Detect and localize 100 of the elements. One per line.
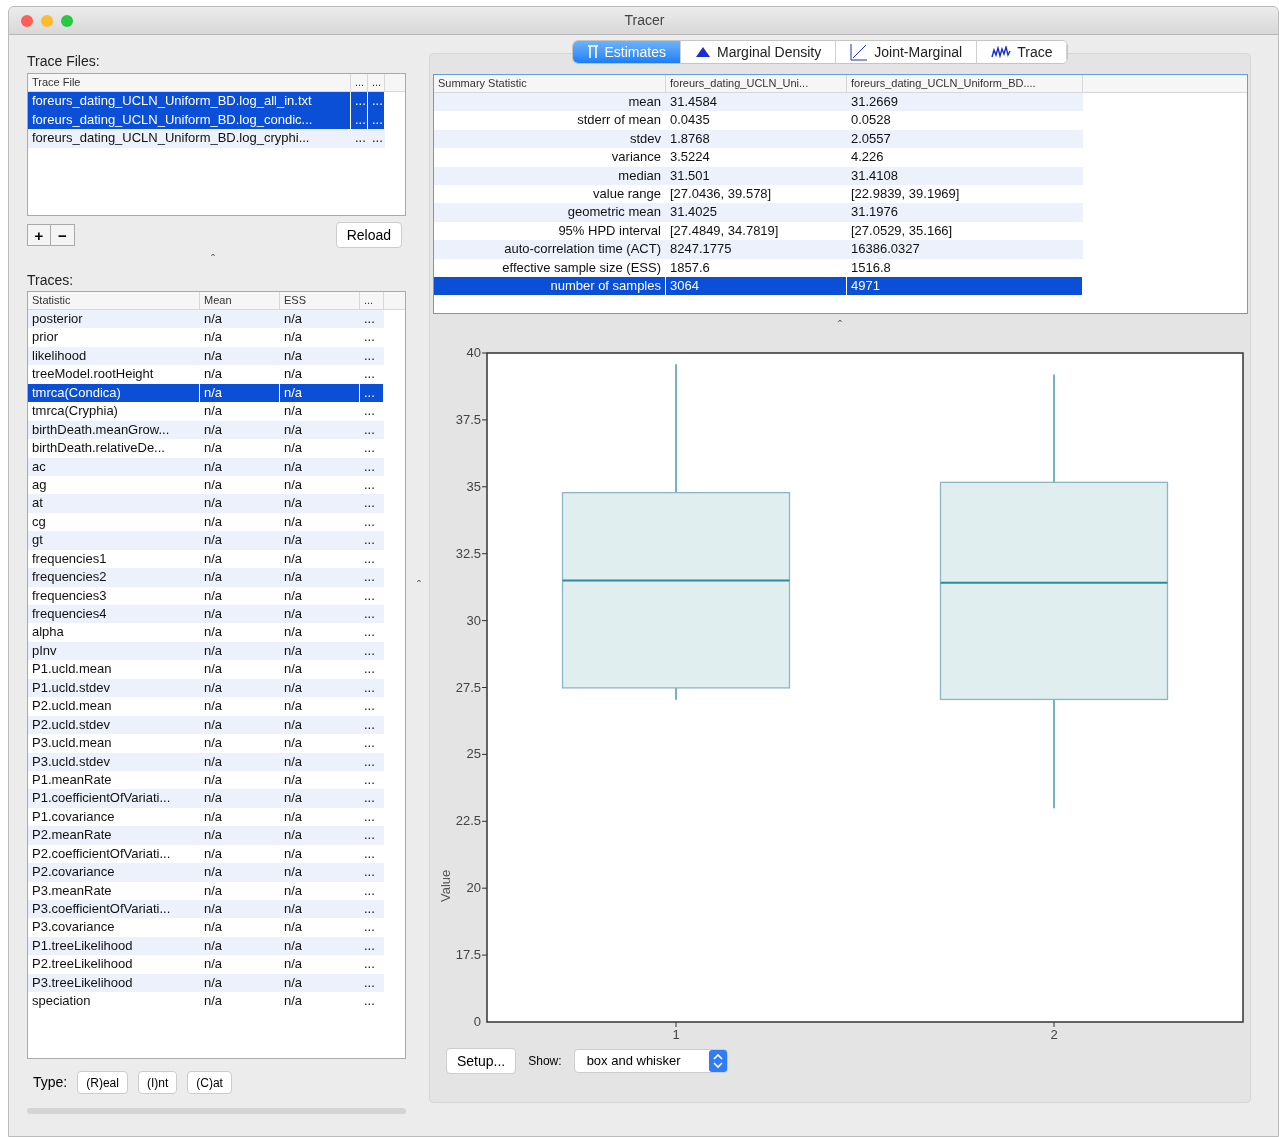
remove-button[interactable]: −: [51, 224, 75, 246]
table-cell-text: n/a: [203, 605, 224, 623]
type-button[interactable]: (I)nt: [137, 1071, 178, 1094]
column-header[interactable]: ...: [360, 292, 384, 309]
trace-icon: [991, 46, 1012, 58]
table-cell-text: ...: [363, 918, 376, 937]
table-row[interactable]: foreurs_dating_UCLN_Uniform_BD.log_all_in.txt ... ...: [28, 92, 385, 111]
splitter-handle[interactable]: ˆ: [417, 579, 421, 592]
y-tick: 37.5: [455, 411, 488, 427]
column-header[interactable]: ...: [368, 74, 385, 91]
table-row[interactable]: frequencies2 n/a n/a ...: [28, 568, 384, 587]
table-cell-text: ...: [363, 715, 376, 734]
table-cell-text: n/a: [203, 752, 224, 771]
table-cell-text: gt: [31, 531, 44, 550]
table-cell-text: posterior: [31, 310, 84, 328]
table-cell-text: [27.4849, 34.7819]: [669, 221, 780, 240]
y-tick-label: 22.5: [455, 813, 481, 829]
table-cell-text: 1857.6: [669, 258, 711, 277]
table-row[interactable]: foreurs_dating_UCLN_Uniform_BD.log_cryphi... ... ...: [28, 129, 385, 148]
table-row[interactable]: P1.coefficientOfVariati... n/a n/a ...: [28, 789, 384, 808]
table-cell-text: 31.2669: [850, 93, 899, 111]
table-cell-text: ...: [363, 641, 376, 660]
table-cell-text: ...: [363, 660, 376, 679]
y-tick-label: 40: [466, 345, 481, 360]
column-header[interactable]: foreurs_dating_UCLN_Uniform_BD....: [847, 75, 1083, 92]
y-tick: 17.5: [455, 947, 488, 963]
table-row[interactable]: posterior n/a n/a ...: [28, 310, 384, 329]
table-cell-text: n/a: [203, 678, 224, 697]
table-row[interactable]: frequencies4 n/a n/a ...: [28, 605, 384, 624]
show-dropdown[interactable]: box and whisker: [573, 1049, 728, 1073]
y-tick-label: 0: [473, 1014, 481, 1029]
table-cell-text: n/a: [203, 826, 224, 845]
table-cell-text: P2.covariance: [31, 863, 116, 882]
table-cell-text: ...: [363, 457, 376, 476]
x-tick: 1: [672, 1021, 680, 1042]
table-cell-text: P1.ucld.stdev: [31, 678, 112, 697]
column-header[interactable]: ...: [351, 74, 368, 91]
table-cell-text: n/a: [203, 863, 224, 882]
table-cell-text: ...: [363, 531, 376, 550]
table-row[interactable]: P2.covariance n/a n/a ...: [28, 863, 384, 882]
column-header[interactable]: foreurs_dating_UCLN_Uni...: [666, 75, 847, 92]
table-cell-text: variance: [610, 148, 662, 167]
table-cell-text: n/a: [283, 420, 304, 439]
table-cell-text: ...: [363, 623, 376, 642]
table-cell-text: treeModel.rootHeight: [31, 365, 155, 384]
table-cell-text: 0.0528: [850, 111, 892, 130]
column-header[interactable]: Statistic: [28, 292, 200, 309]
table-cell-text: n/a: [203, 346, 224, 365]
table-cell-text: ...: [363, 863, 376, 882]
table-cell-text: mean: [627, 93, 662, 111]
y-tick: 22.5: [455, 813, 488, 829]
table-cell-text: 0.0435: [669, 111, 711, 130]
table-row[interactable]: auto-correlation time (ACT) 8247.1775 16386.0327: [434, 240, 1083, 259]
table-cell-text: n/a: [283, 752, 304, 771]
table-cell-text: ...: [363, 992, 376, 1011]
column-header[interactable]: Mean: [200, 292, 280, 309]
y-tick-label: 30: [466, 612, 481, 628]
splitter-handle[interactable]: ˆ: [211, 254, 215, 266]
table-cell-text: n/a: [283, 955, 304, 974]
column-header[interactable]: Trace File: [28, 74, 351, 91]
table-cell-text: ...: [363, 494, 376, 513]
table-cell-text: n/a: [283, 697, 304, 716]
table-row[interactable]: gt n/a n/a ...: [28, 531, 384, 550]
table-cell-text: tmrca(Cryphia): [31, 402, 119, 421]
minimize-icon[interactable]: [41, 14, 53, 27]
zoom-icon[interactable]: [61, 14, 73, 27]
table-cell-text: ...: [354, 129, 367, 147]
x-tick-label: 2: [1050, 1027, 1058, 1042]
y-tick-label: 32.5: [455, 545, 481, 561]
table-row[interactable]: mean 31.4584 31.2669: [434, 93, 1083, 112]
x-tick-label: 1: [672, 1027, 680, 1042]
table-cell-text: 31.4025: [669, 203, 718, 222]
close-icon[interactable]: [21, 14, 33, 27]
reload-button[interactable]: Reload: [335, 222, 402, 248]
table-cell-text: n/a: [283, 789, 304, 808]
table-cell-text: n/a: [283, 734, 304, 753]
table-cell-text: ...: [363, 826, 376, 845]
table-cell-text: at: [31, 494, 44, 513]
column-header[interactable]: Summary Statistic: [434, 75, 666, 92]
table-cell-text: ...: [363, 844, 376, 863]
table-cell-text: n/a: [283, 402, 304, 421]
table-row[interactable]: at n/a n/a ...: [28, 494, 384, 513]
table-cell-text: 95% HPD interval: [557, 221, 662, 240]
column-header[interactable]: ESS: [280, 292, 360, 309]
type-button[interactable]: (C)at: [187, 1071, 232, 1094]
table-row[interactable]: P2.meanRate n/a n/a ...: [28, 826, 384, 845]
table-cell-text: [27.0436, 39.578]: [669, 184, 773, 203]
y-tick: 30: [466, 612, 488, 628]
table-row[interactable]: P3.coefficientOfVariati... n/a n/a ...: [28, 900, 384, 919]
setup-button[interactable]: Setup...: [446, 1048, 517, 1074]
table-cell-text: 8247.1775: [669, 240, 733, 259]
scatter-icon: [850, 43, 869, 61]
table-cell-text: 31.4584: [669, 93, 718, 111]
table-cell-text: n/a: [283, 605, 304, 623]
splitter-handle[interactable]: ˆ: [838, 320, 842, 332]
table-row[interactable]: geometric mean 31.4025 31.1976: [434, 203, 1083, 222]
type-button[interactable]: (R)eal: [77, 1071, 128, 1094]
add-button[interactable]: +: [27, 224, 51, 246]
table-cell-text: P1.covariance: [31, 807, 116, 826]
y-tick-label: 35: [466, 478, 481, 494]
